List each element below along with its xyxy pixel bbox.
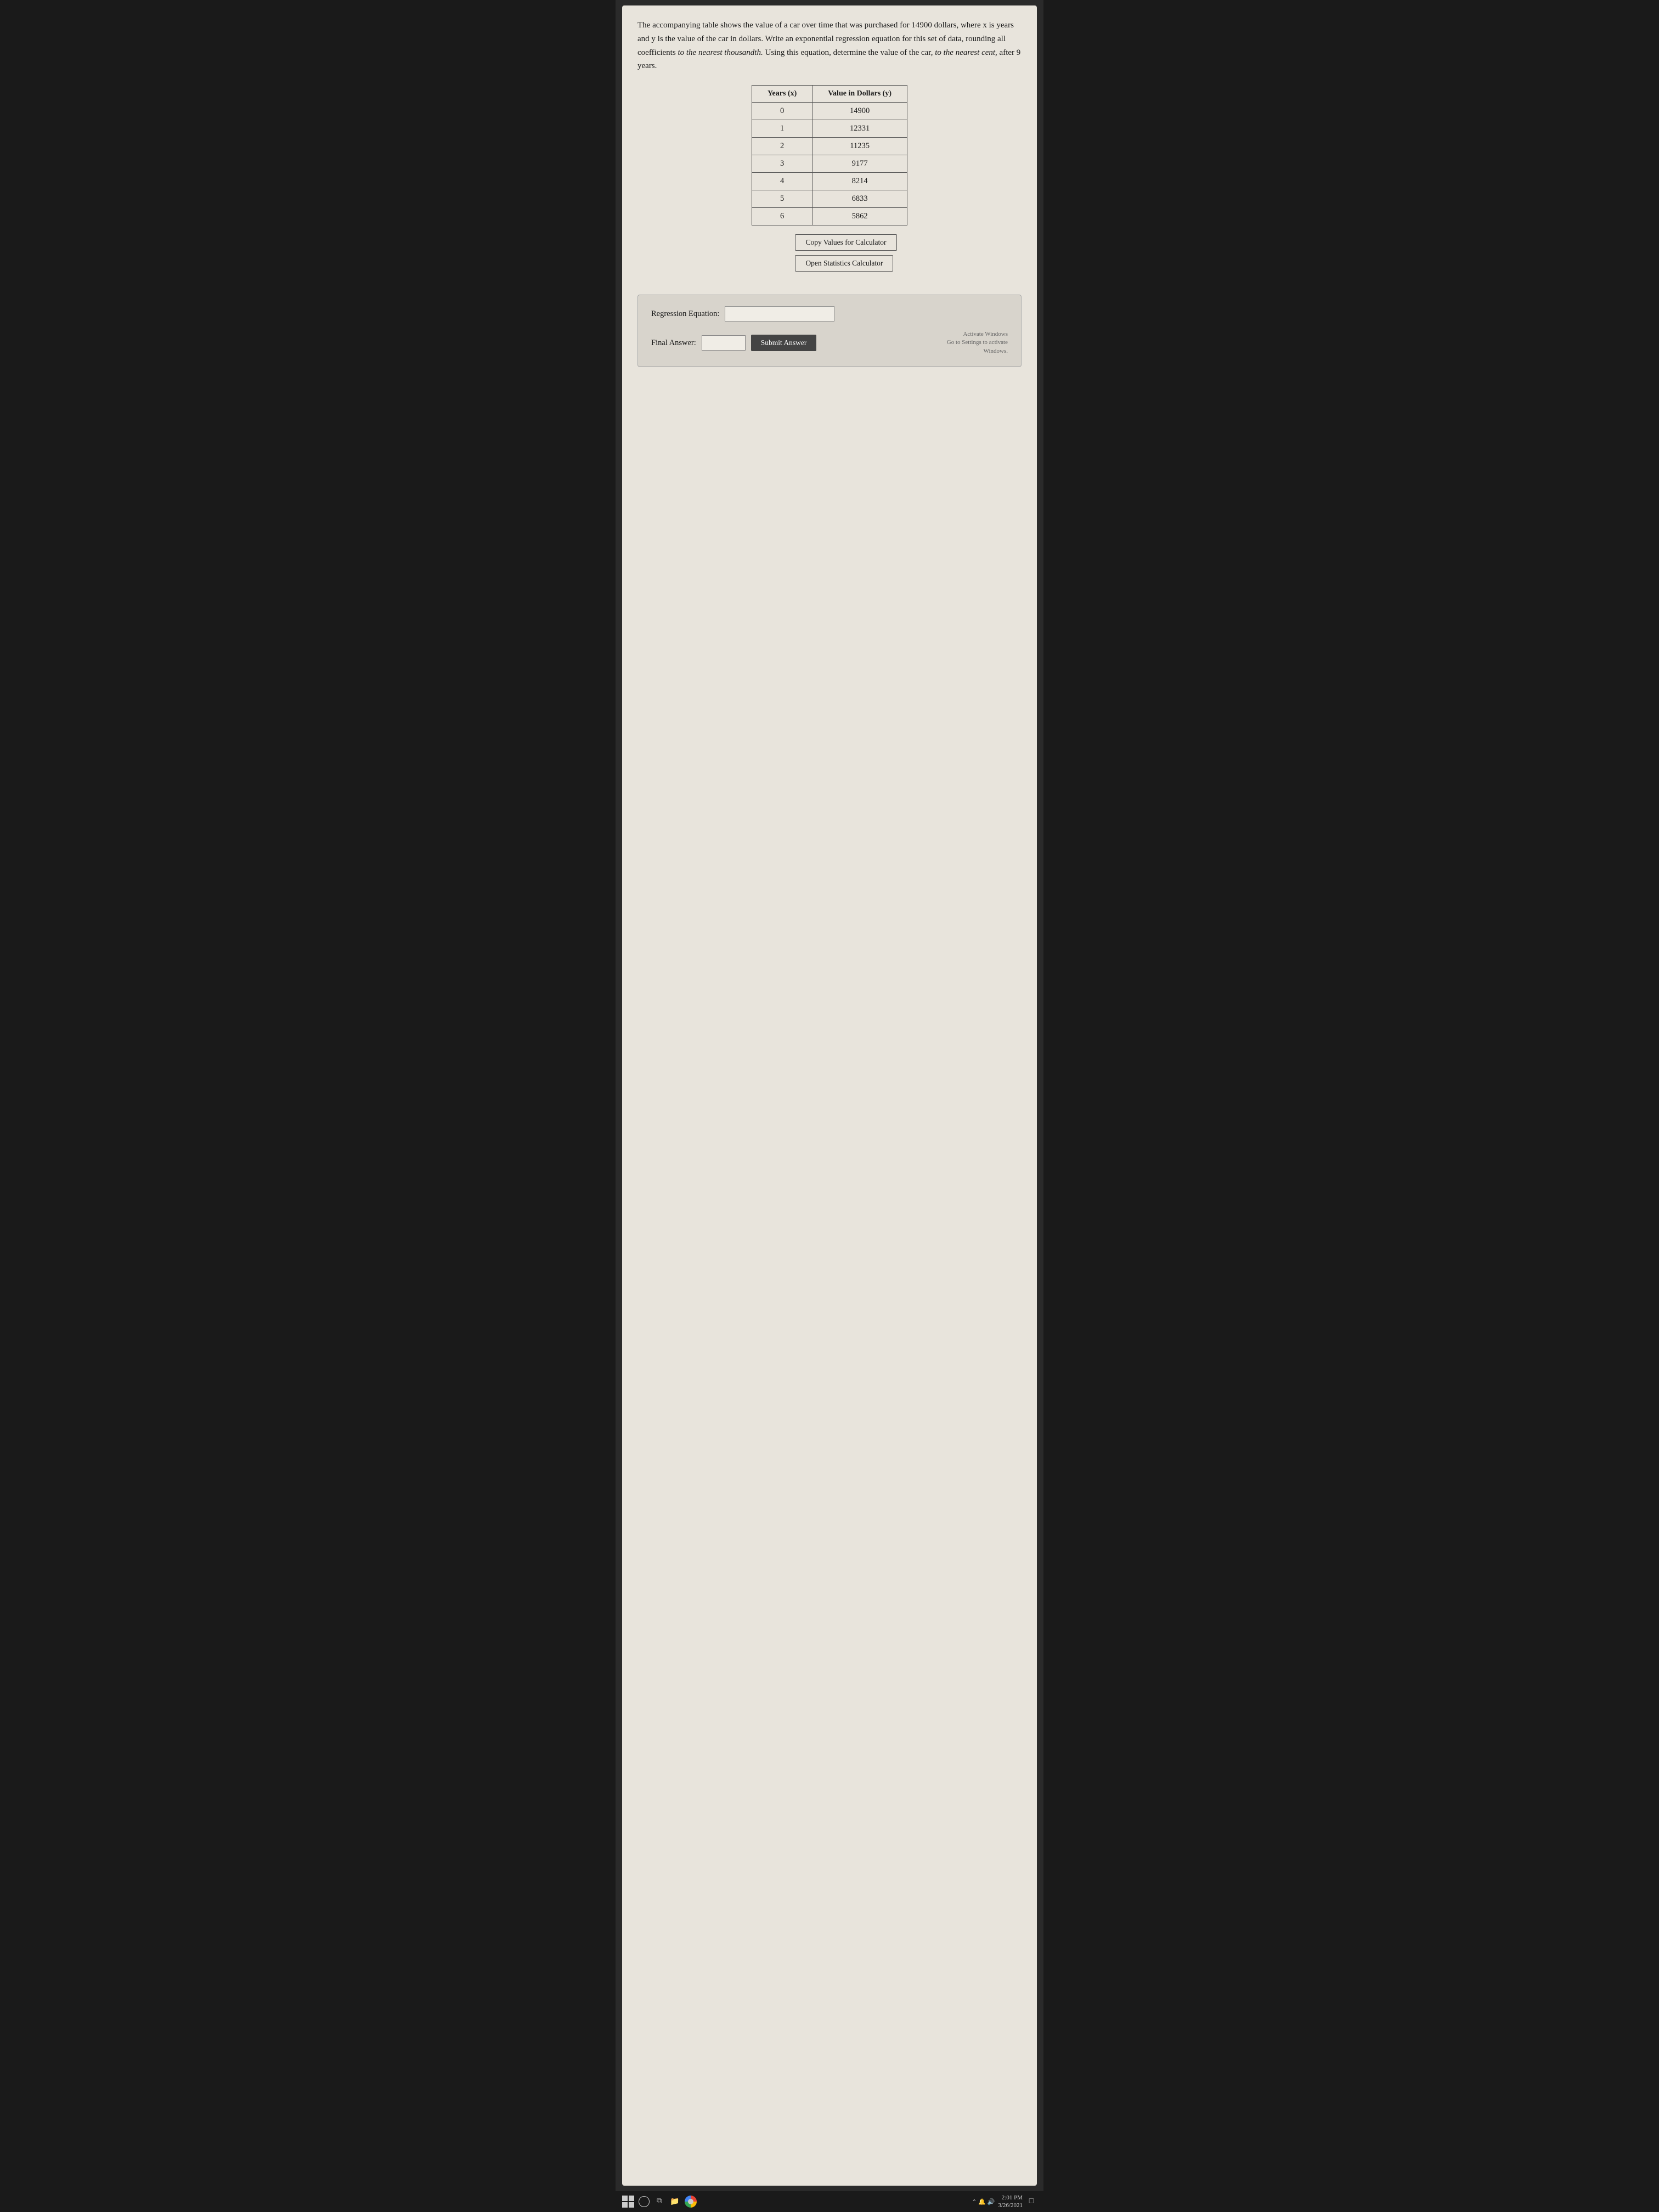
- table-row: 39177: [752, 155, 907, 173]
- taskbar-clock: 2:01 PM 3/26/2021: [998, 2194, 1023, 2210]
- cell-years: 3: [752, 155, 812, 173]
- notification-icon[interactable]: □: [1026, 2196, 1037, 2207]
- data-table: Years (x) Value in Dollars (y) 014900112…: [752, 85, 907, 225]
- col-value-header: Value in Dollars (y): [812, 86, 907, 103]
- taskbar-icons-right: ⌃ 🔔 🔊: [972, 2198, 995, 2205]
- cell-value: 5862: [812, 208, 907, 225]
- cell-years: 2: [752, 138, 812, 155]
- cell-value: 9177: [812, 155, 907, 173]
- taskbar: ⧉ 📁 ⌃ 🔔 🔊 2:01 PM 3/26/2021 □: [616, 2191, 1043, 2212]
- table-row: 112331: [752, 120, 907, 138]
- task-view-icon[interactable]: ⧉: [654, 2196, 665, 2207]
- table-row: 65862: [752, 208, 907, 225]
- chrome-icon[interactable]: [685, 2196, 697, 2208]
- submit-answer-button[interactable]: Submit Answer: [751, 335, 817, 351]
- cell-years: 6: [752, 208, 812, 225]
- cell-value: 6833: [812, 190, 907, 208]
- file-explorer-icon[interactable]: 📁: [669, 2196, 680, 2207]
- cell-years: 1: [752, 120, 812, 138]
- final-answer-row: Final Answer: Submit Answer Activate Win…: [651, 330, 1008, 356]
- cell-value: 8214: [812, 173, 907, 190]
- table-row: 56833: [752, 190, 907, 208]
- cell-value: 14900: [812, 103, 907, 120]
- regression-label: Regression Equation:: [651, 309, 719, 319]
- copy-values-button[interactable]: Copy Values for Calculator: [795, 234, 896, 251]
- final-answer-label: Final Answer:: [651, 338, 696, 348]
- table-row: 014900: [752, 103, 907, 120]
- data-table-section: Years (x) Value in Dollars (y) 014900112…: [637, 85, 1022, 285]
- answer-section: Regression Equation: Final Answer: Submi…: [637, 295, 1022, 367]
- regression-equation-input[interactable]: [725, 306, 834, 321]
- search-button[interactable]: [639, 2196, 650, 2207]
- buttons-section: Copy Values for Calculator Open Statisti…: [795, 234, 896, 272]
- table-row: 48214: [752, 173, 907, 190]
- open-statistics-calculator-button[interactable]: Open Statistics Calculator: [795, 255, 893, 272]
- cell-years: 4: [752, 173, 812, 190]
- cell-value: 12331: [812, 120, 907, 138]
- regression-row: Regression Equation:: [651, 306, 1008, 321]
- taskbar-right: ⌃ 🔔 🔊 2:01 PM 3/26/2021 □: [972, 2194, 1037, 2210]
- problem-text: The accompanying table shows the value o…: [637, 19, 1022, 73]
- cell-years: 0: [752, 103, 812, 120]
- windows-start-button[interactable]: [622, 2196, 634, 2208]
- col-years-header: Years (x): [752, 86, 812, 103]
- final-answer-input[interactable]: [702, 335, 746, 351]
- table-row: 211235: [752, 138, 907, 155]
- cell-value: 11235: [812, 138, 907, 155]
- cell-years: 5: [752, 190, 812, 208]
- activate-windows-text: Activate Windows Go to Settings to activ…: [947, 330, 1008, 356]
